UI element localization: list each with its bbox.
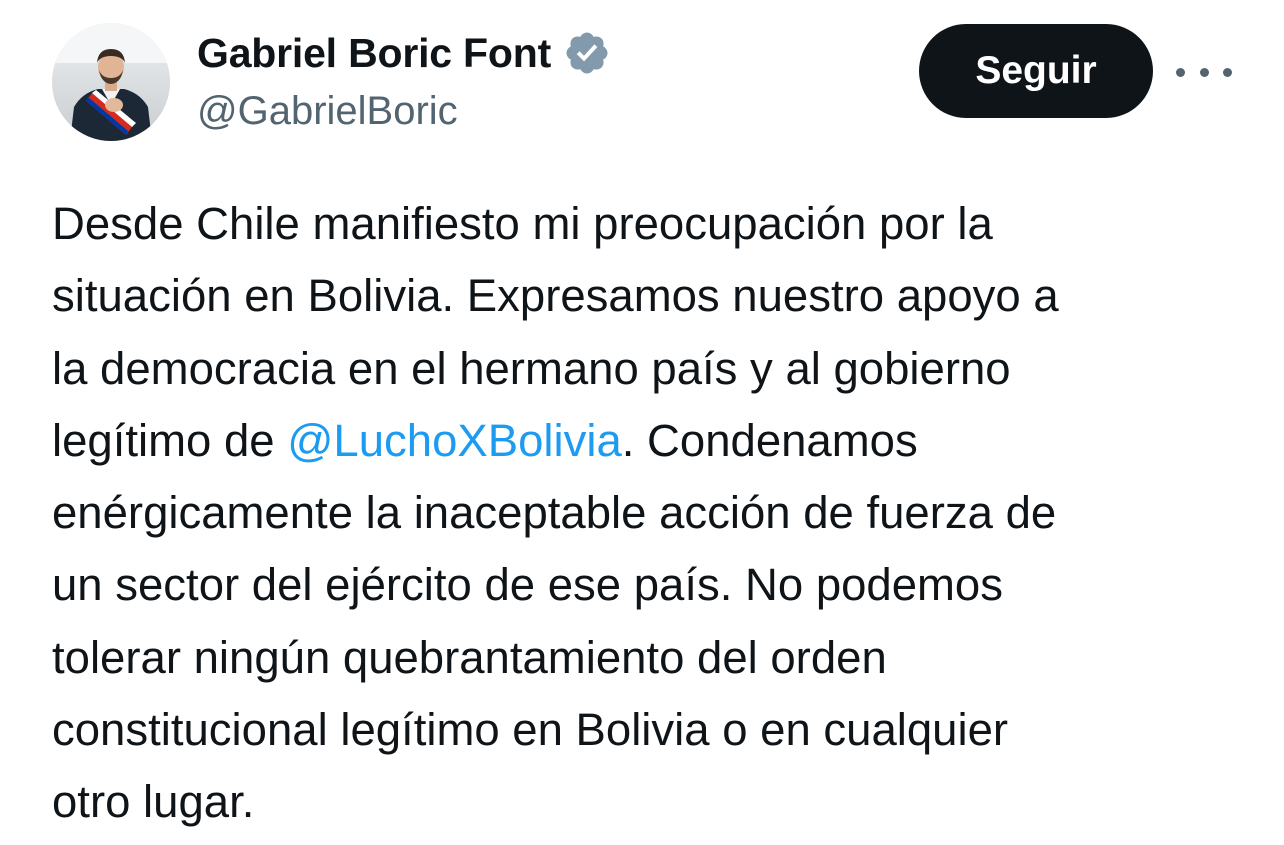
tweet-line: un sector del ejército de ese país. No p… xyxy=(52,559,1003,611)
tweet-line: tolerar ningún quebrantamiento del orden xyxy=(52,631,887,683)
tweet-line: enérgicamente la inaceptable acción de f… xyxy=(52,487,1057,539)
verified-badge-icon[interactable] xyxy=(563,29,611,77)
mention-link[interactable]: @LuchoXBolivia xyxy=(287,415,622,466)
display-name[interactable]: Gabriel Boric Font xyxy=(197,30,551,77)
tweet-line: Desde Chile manifiesto mi preocupación p… xyxy=(52,198,993,249)
tweet-line: otro lugar. xyxy=(52,776,255,828)
more-dot xyxy=(1223,67,1232,77)
tweet: Gabriel Boric Font @GabrielBoric Seguir … xyxy=(0,0,1284,845)
more-icon[interactable] xyxy=(1176,54,1232,90)
tweet-line-segment: legítimo de xyxy=(52,414,288,466)
avatar-portrait-icon xyxy=(52,23,170,141)
tweet-line: constitucional legítimo en Bolivia o en … xyxy=(52,704,1009,756)
tweet-text: Desde Chile manifiesto mi preocupación p… xyxy=(52,188,1252,839)
tweet-line-segment: . Condenamos xyxy=(621,414,918,466)
author-handle[interactable]: @GabrielBoric xyxy=(197,89,458,134)
tweet-line: situación en Bolivia. Expresamos nuestro… xyxy=(52,270,1059,322)
tweet-line: legítimo de @LuchoXBolivia. Condenamos xyxy=(52,405,1252,477)
follow-button[interactable]: Seguir xyxy=(919,24,1153,118)
tweet-line: la democracia en el hermano país y al go… xyxy=(52,342,1011,394)
more-dot xyxy=(1199,67,1209,77)
name-row: Gabriel Boric Font xyxy=(197,28,611,78)
avatar[interactable] xyxy=(52,23,170,141)
more-dot xyxy=(1176,67,1185,77)
